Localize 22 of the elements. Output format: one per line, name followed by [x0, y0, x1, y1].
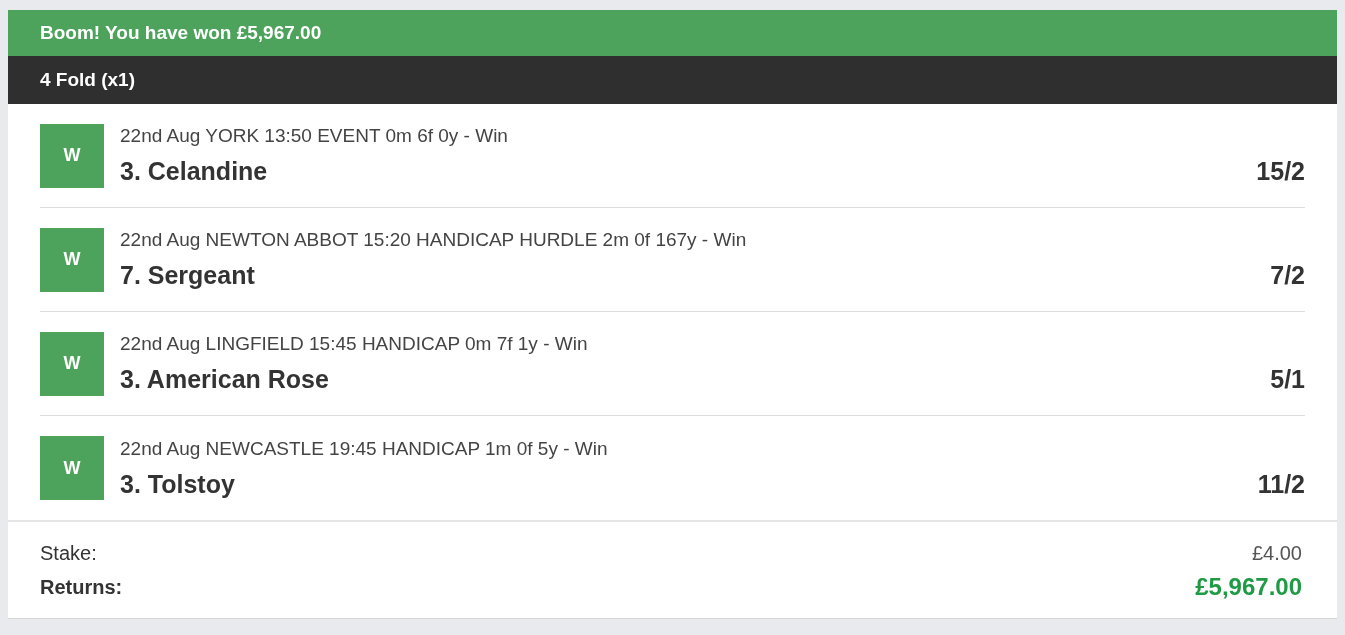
bet-type: 4 Fold (x1): [40, 69, 135, 91]
odds: 15/2: [1256, 157, 1305, 186]
stake-label: Stake:: [40, 541, 97, 565]
event-details: 22nd Aug NEWTON ABBOT 15:20 HANDICAP HURDLE 2m 0f 167y - Win: [120, 229, 748, 251]
result-badge: W: [40, 123, 104, 188]
odds: 11/2: [1257, 469, 1305, 499]
result-badge: W: [40, 227, 104, 292]
stake-amount: £4.00: [1251, 541, 1302, 565]
result-badge: W: [40, 436, 104, 500]
win-message: Boom! You have won £5,967.00: [40, 22, 322, 44]
event-details: 22nd Aug NEWCASTLE 19:45 HANDICAP 1m 0f 5y - Win: [120, 437, 609, 460]
runner-name: 3. Tolstoy: [120, 469, 235, 499]
runner-name: 3. Celandine: [120, 157, 268, 186]
returns-label: Returns:: [40, 575, 123, 599]
runner-name: 3. American Rose: [120, 365, 329, 394]
event-details: 22nd Aug YORK 13:50 EVENT 0m 6f 0y - Win: [120, 125, 509, 147]
odds: 7/2: [1270, 261, 1305, 290]
returns-amount: £5,967.00: [1195, 573, 1302, 601]
odds: 5/1: [1270, 365, 1305, 394]
runner-name: 7. Sergeant: [120, 261, 255, 290]
result-badge: W: [40, 331, 104, 396]
event-details: 22nd Aug LINGFIELD 15:45 HANDICAP 0m 7f 1y - Win: [120, 333, 589, 355]
